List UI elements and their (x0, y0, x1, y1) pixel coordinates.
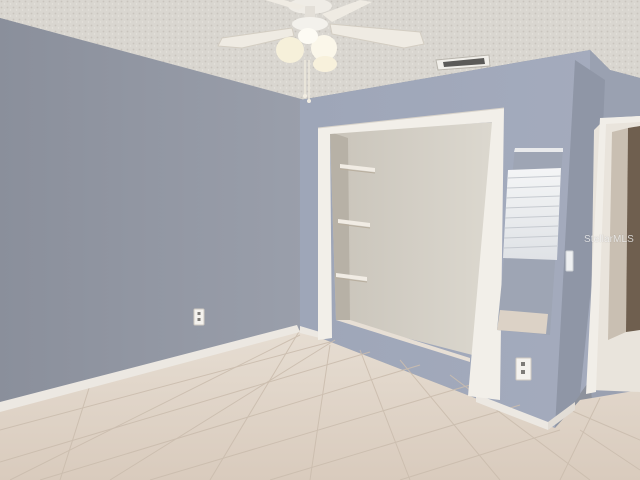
light-switch (565, 250, 574, 272)
wall-outlet-right (515, 357, 532, 381)
hallway-dark-wall (626, 126, 640, 332)
mirror-reflected-floor (497, 310, 548, 334)
mirror-frame-top (514, 148, 563, 152)
wall-outlet-left (193, 308, 205, 326)
room-illustration (0, 0, 640, 480)
watermark-text: StellarMLS (584, 234, 634, 245)
empty-bedroom-photo: StellarMLS (0, 0, 640, 480)
